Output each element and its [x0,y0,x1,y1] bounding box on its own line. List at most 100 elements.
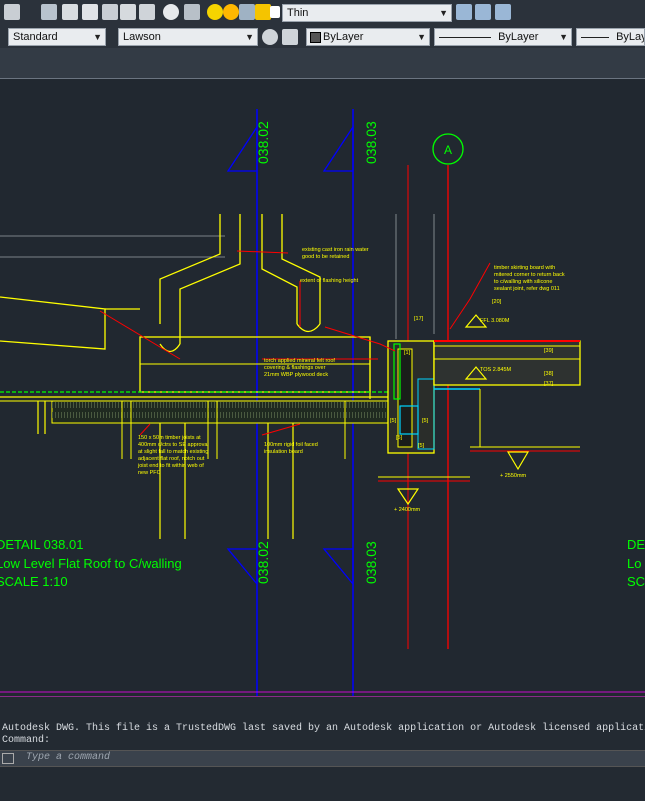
note-skirting: sealant joint, refer dwg 011 [494,286,560,292]
file-tab-bar [0,48,645,79]
level-tos: TOS 2.845M [480,367,511,373]
layer-dropdown-value: Thin [287,7,309,19]
grid-bubble-label: A [444,143,452,157]
note-felt: torch applied mineral felt roof [264,358,335,364]
paste-icon[interactable] [120,4,136,20]
color-value: ByLayer [323,31,364,43]
color-dropdown[interactable]: ByLayer ▼ [306,28,430,46]
roof-edge [0,296,106,350]
layer-previous-icon[interactable] [475,4,491,20]
downpipe-outline [261,214,298,324]
command-line-panel: Autodesk DWG. This file is a TrustedDWG … [0,696,645,801]
light-bulb-icon[interactable] [207,4,223,20]
section-label-bottom-2: 038.03 [363,541,379,584]
help-icon[interactable] [163,4,179,20]
note-skirting: mitered corner to return back [494,272,565,278]
section-label-top-2: 038.03 [363,121,379,164]
lineweight-value: ByLayer [616,31,644,43]
linetype-value: ByLayer [498,31,539,43]
layer-icon[interactable] [82,4,98,20]
chevron-down-icon: ▼ [93,32,102,42]
new-file-icon[interactable] [4,4,20,20]
quick-access-toolbar: Thin ▼ [0,0,645,27]
command-icon[interactable] [2,753,14,764]
note-insulation: insulation board [264,449,303,455]
next-detail-name: Lo [627,556,641,571]
command-history: Autodesk DWG. This file is a TrustedDWG … [2,723,645,747]
chevron-down-icon: ▼ [439,8,448,18]
match-layer-icon[interactable] [456,4,472,20]
section-label-top-1: 038.02 [255,121,271,164]
next-detail-scale: SC [627,574,645,589]
tag: [38] [544,371,554,377]
style-toolbar: Standard ▼ Lawson ▼ ByLayer ▼ ByLayer ▼ … [0,26,645,49]
tag: [37] [544,381,554,387]
cad-drawing: 038.02 038.03 038.02 038.03 A existing c… [0,109,645,696]
section-marker-triangle [226,124,258,172]
command-history-line: Autodesk DWG. This file is a TrustedDWG … [2,723,645,734]
linetype-dropdown[interactable]: ByLayer ▼ [434,28,572,46]
note-joist: at slight fall to match existing [138,449,208,455]
lock-icon[interactable] [255,4,271,20]
drawing-canvas[interactable]: 038.02 038.03 038.02 038.03 A existing c… [0,79,645,696]
note-insulation: 100mm rigid foil faced [264,442,318,448]
tag: [17] [414,316,424,322]
command-history-line: Command: [2,735,51,746]
note-joist: 150 x 50m timber joists at [138,435,201,441]
chevron-down-icon: ▼ [417,32,426,42]
note-felt: covering & flashings over [264,365,326,371]
detail-name: Low Level Flat Roof to C/walling [0,556,182,571]
level-right: + 2550mm [500,473,527,479]
next-detail-title: DE [627,537,645,552]
level-low: + 2400mm [394,507,421,513]
tag: [20] [492,299,502,305]
downpipe-outline [159,343,181,353]
command-placeholder: Type a command [26,752,111,763]
properties-icon[interactable] [62,4,78,20]
freeze-icon[interactable] [239,4,255,20]
text-style-dropdown[interactable]: Standard ▼ [8,28,106,46]
detail-title: DETAIL 038.01 [0,537,83,552]
layer-states-icon[interactable] [495,4,511,20]
chevron-down-icon: ▼ [245,32,254,42]
floor-slab [433,340,581,386]
sun-icon[interactable] [223,4,239,20]
calculator-icon[interactable] [139,4,155,20]
note-felt: 21mm WBP plywood deck [264,372,328,378]
section-marker-triangle [226,548,258,586]
layer-dropdown[interactable]: Thin ▼ [282,4,452,22]
detail-scale: SCALE 1:10 [0,574,68,589]
gear-icon[interactable] [262,29,278,45]
text-style-value: Standard [13,31,58,43]
grid-icon[interactable] [184,4,200,20]
command-input[interactable]: Type a command [0,750,645,767]
note-joist: new PFC [138,470,161,476]
section-label-bottom-1: 038.02 [255,541,271,584]
tag: [5] [396,435,403,441]
section-marker-triangle [322,124,354,172]
note-joist: adjacent flat roof, notch out [138,456,205,462]
note-joist: joist end to fit within web of [137,463,204,469]
tag: [39] [544,348,554,354]
note-flashing: extent of flashing height [300,278,359,284]
note-rain-water: good to be retained [302,254,349,260]
lineweight-dropdown[interactable]: ByLayer [576,28,645,46]
linetype-preview [439,36,491,38]
dim-style-dropdown[interactable]: Lawson ▼ [118,28,258,46]
downpipe-outline [179,214,241,344]
color-swatch-icon [310,32,321,43]
tag: [1] [404,350,411,356]
block-icon[interactable] [102,4,118,20]
save-icon[interactable] [41,4,57,20]
tag: [5] [418,443,425,449]
note-skirting: to c/walling with silicone [494,279,552,285]
dim-style-value: Lawson [123,31,161,43]
note-joist: 400mm c/ctrs to SE approval [138,442,209,448]
table-style-icon[interactable] [282,29,298,45]
leader-line [139,423,151,436]
level-ffl: FFL 3.080M [480,318,510,324]
section-marker-triangle [322,548,354,586]
downpipe-outline [281,214,321,324]
layer-color-swatch-icon[interactable] [270,6,280,18]
tag: [5] [390,418,397,424]
